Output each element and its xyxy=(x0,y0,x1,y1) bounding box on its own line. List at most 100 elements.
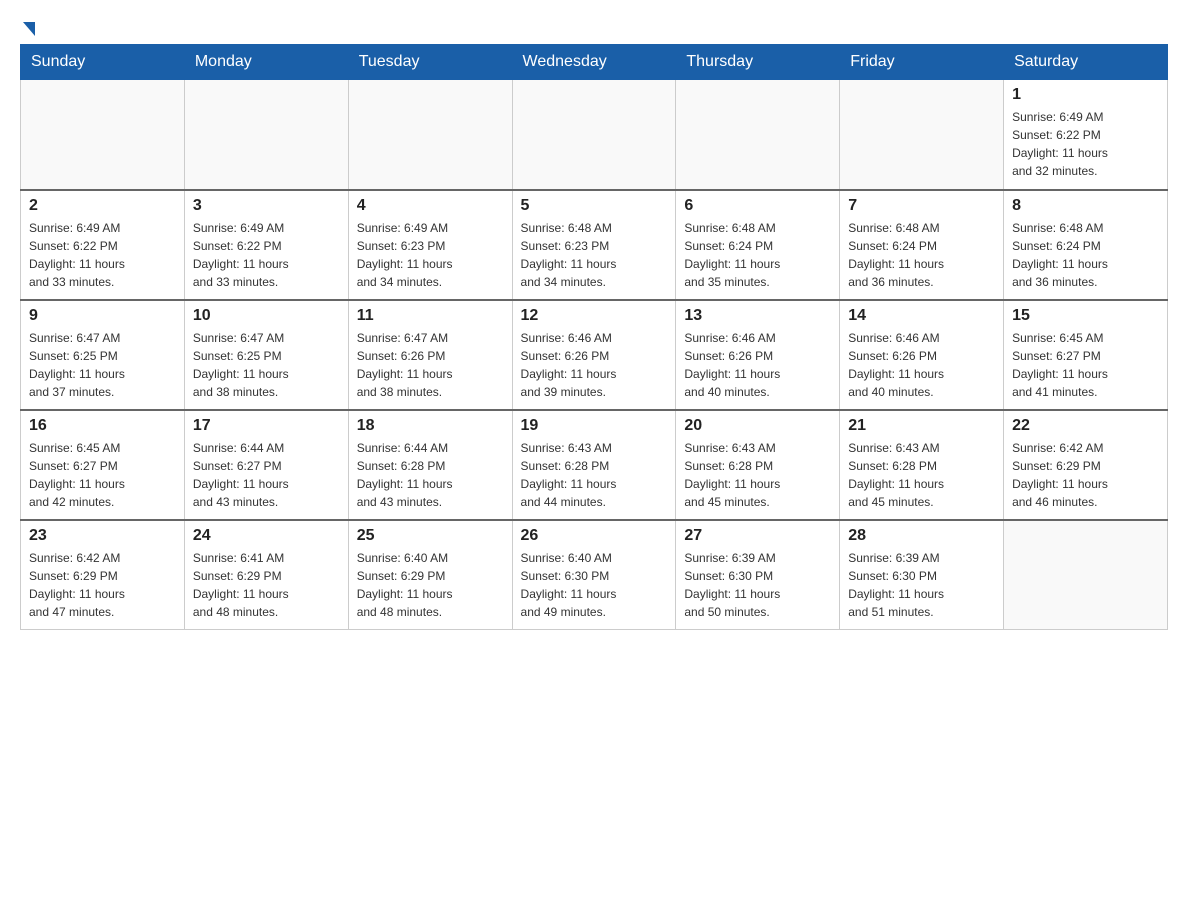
day-number: 17 xyxy=(193,417,340,435)
day-info: Sunrise: 6:48 AM Sunset: 6:24 PM Dayligh… xyxy=(684,219,831,291)
weekday-header-tuesday: Tuesday xyxy=(348,45,512,80)
calendar-cell: 26 Sunrise: 6:40 AM Sunset: 6:30 PM Dayli… xyxy=(512,520,676,630)
calendar-cell: 1 Sunrise: 6:49 AM Sunset: 6:22 PM Daylig… xyxy=(1004,80,1168,190)
calendar-cell: 14 Sunrise: 6:46 AM Sunset: 6:26 PM Dayli… xyxy=(840,300,1004,410)
day-info: Sunrise: 6:49 AM Sunset: 6:22 PM Dayligh… xyxy=(193,219,340,291)
calendar-cell: 19 Sunrise: 6:43 AM Sunset: 6:28 PM Dayli… xyxy=(512,410,676,520)
day-number: 10 xyxy=(193,307,340,325)
day-number: 13 xyxy=(684,307,831,325)
day-number: 19 xyxy=(521,417,668,435)
calendar-cell xyxy=(676,80,840,190)
weekday-header-monday: Monday xyxy=(184,45,348,80)
day-number: 9 xyxy=(29,307,176,325)
day-number: 16 xyxy=(29,417,176,435)
calendar-cell: 17 Sunrise: 6:44 AM Sunset: 6:27 PM Dayli… xyxy=(184,410,348,520)
day-number: 26 xyxy=(521,527,668,545)
day-info: Sunrise: 6:46 AM Sunset: 6:26 PM Dayligh… xyxy=(684,329,831,401)
day-number: 4 xyxy=(357,197,504,215)
calendar-cell: 2 Sunrise: 6:49 AM Sunset: 6:22 PM Daylig… xyxy=(21,190,185,300)
calendar-week-row: 23 Sunrise: 6:42 AM Sunset: 6:29 PM Dayli… xyxy=(21,520,1168,630)
day-info: Sunrise: 6:46 AM Sunset: 6:26 PM Dayligh… xyxy=(521,329,668,401)
day-info: Sunrise: 6:43 AM Sunset: 6:28 PM Dayligh… xyxy=(684,439,831,511)
day-number: 25 xyxy=(357,527,504,545)
calendar-cell xyxy=(348,80,512,190)
day-number: 2 xyxy=(29,197,176,215)
calendar-cell: 18 Sunrise: 6:44 AM Sunset: 6:28 PM Dayli… xyxy=(348,410,512,520)
calendar-cell: 7 Sunrise: 6:48 AM Sunset: 6:24 PM Daylig… xyxy=(840,190,1004,300)
calendar-cell: 22 Sunrise: 6:42 AM Sunset: 6:29 PM Dayli… xyxy=(1004,410,1168,520)
day-number: 22 xyxy=(1012,417,1159,435)
weekday-header-sunday: Sunday xyxy=(21,45,185,80)
calendar-cell: 20 Sunrise: 6:43 AM Sunset: 6:28 PM Dayli… xyxy=(676,410,840,520)
logo-arrow-icon xyxy=(23,22,35,36)
calendar-cell: 23 Sunrise: 6:42 AM Sunset: 6:29 PM Dayli… xyxy=(21,520,185,630)
calendar-cell: 24 Sunrise: 6:41 AM Sunset: 6:29 PM Dayli… xyxy=(184,520,348,630)
day-info: Sunrise: 6:46 AM Sunset: 6:26 PM Dayligh… xyxy=(848,329,995,401)
day-info: Sunrise: 6:44 AM Sunset: 6:27 PM Dayligh… xyxy=(193,439,340,511)
calendar-cell xyxy=(1004,520,1168,630)
day-info: Sunrise: 6:43 AM Sunset: 6:28 PM Dayligh… xyxy=(848,439,995,511)
day-info: Sunrise: 6:48 AM Sunset: 6:23 PM Dayligh… xyxy=(521,219,668,291)
calendar-cell: 12Sunrise: 6:46 AM Sunset: 6:26 PM Dayli… xyxy=(512,300,676,410)
calendar-cell: 5 Sunrise: 6:48 AM Sunset: 6:23 PM Daylig… xyxy=(512,190,676,300)
calendar-cell: 10 Sunrise: 6:47 AM Sunset: 6:25 PM Dayli… xyxy=(184,300,348,410)
day-info: Sunrise: 6:43 AM Sunset: 6:28 PM Dayligh… xyxy=(521,439,668,511)
calendar-table: SundayMondayTuesdayWednesdayThursdayFrid… xyxy=(20,44,1168,630)
calendar-cell xyxy=(512,80,676,190)
day-info: Sunrise: 6:40 AM Sunset: 6:30 PM Dayligh… xyxy=(521,549,668,621)
page-header xyxy=(20,20,1168,34)
day-info: Sunrise: 6:49 AM Sunset: 6:23 PM Dayligh… xyxy=(357,219,504,291)
day-info: Sunrise: 6:44 AM Sunset: 6:28 PM Dayligh… xyxy=(357,439,504,511)
day-number: 5 xyxy=(521,197,668,215)
calendar-week-row: 16 Sunrise: 6:45 AM Sunset: 6:27 PM Dayli… xyxy=(21,410,1168,520)
day-info: Sunrise: 6:47 AM Sunset: 6:25 PM Dayligh… xyxy=(29,329,176,401)
calendar-cell: 25 Sunrise: 6:40 AM Sunset: 6:29 PM Dayli… xyxy=(348,520,512,630)
day-info: Sunrise: 6:45 AM Sunset: 6:27 PM Dayligh… xyxy=(1012,329,1159,401)
calendar-cell: 9 Sunrise: 6:47 AM Sunset: 6:25 PM Daylig… xyxy=(21,300,185,410)
calendar-cell: 16 Sunrise: 6:45 AM Sunset: 6:27 PM Dayli… xyxy=(21,410,185,520)
logo xyxy=(20,20,35,34)
calendar-cell: 27Sunrise: 6:39 AM Sunset: 6:30 PM Dayli… xyxy=(676,520,840,630)
calendar-cell: 15 Sunrise: 6:45 AM Sunset: 6:27 PM Dayli… xyxy=(1004,300,1168,410)
day-number: 1 xyxy=(1012,86,1159,104)
day-number: 23 xyxy=(29,527,176,545)
calendar-cell: 21 Sunrise: 6:43 AM Sunset: 6:28 PM Dayli… xyxy=(840,410,1004,520)
day-number: 6 xyxy=(684,197,831,215)
calendar-cell: 6 Sunrise: 6:48 AM Sunset: 6:24 PM Daylig… xyxy=(676,190,840,300)
weekday-header-thursday: Thursday xyxy=(676,45,840,80)
day-info: Sunrise: 6:48 AM Sunset: 6:24 PM Dayligh… xyxy=(1012,219,1159,291)
calendar-cell xyxy=(21,80,185,190)
calendar-week-row: 2 Sunrise: 6:49 AM Sunset: 6:22 PM Daylig… xyxy=(21,190,1168,300)
calendar-cell: 3Sunrise: 6:49 AM Sunset: 6:22 PM Daylig… xyxy=(184,190,348,300)
day-info: Sunrise: 6:41 AM Sunset: 6:29 PM Dayligh… xyxy=(193,549,340,621)
day-info: Sunrise: 6:49 AM Sunset: 6:22 PM Dayligh… xyxy=(29,219,176,291)
calendar-cell: 13 Sunrise: 6:46 AM Sunset: 6:26 PM Dayli… xyxy=(676,300,840,410)
calendar-week-row: 9 Sunrise: 6:47 AM Sunset: 6:25 PM Daylig… xyxy=(21,300,1168,410)
calendar-cell xyxy=(840,80,1004,190)
day-number: 7 xyxy=(848,197,995,215)
day-info: Sunrise: 6:42 AM Sunset: 6:29 PM Dayligh… xyxy=(29,549,176,621)
day-number: 18 xyxy=(357,417,504,435)
day-info: Sunrise: 6:40 AM Sunset: 6:29 PM Dayligh… xyxy=(357,549,504,621)
day-info: Sunrise: 6:49 AM Sunset: 6:22 PM Dayligh… xyxy=(1012,108,1159,180)
calendar-cell: 8 Sunrise: 6:48 AM Sunset: 6:24 PM Daylig… xyxy=(1004,190,1168,300)
day-number: 14 xyxy=(848,307,995,325)
day-number: 15 xyxy=(1012,307,1159,325)
weekday-header-friday: Friday xyxy=(840,45,1004,80)
day-info: Sunrise: 6:47 AM Sunset: 6:26 PM Dayligh… xyxy=(357,329,504,401)
day-number: 28 xyxy=(848,527,995,545)
day-info: Sunrise: 6:39 AM Sunset: 6:30 PM Dayligh… xyxy=(848,549,995,621)
day-info: Sunrise: 6:45 AM Sunset: 6:27 PM Dayligh… xyxy=(29,439,176,511)
day-info: Sunrise: 6:48 AM Sunset: 6:24 PM Dayligh… xyxy=(848,219,995,291)
calendar-cell: 28 Sunrise: 6:39 AM Sunset: 6:30 PM Dayli… xyxy=(840,520,1004,630)
day-number: 20 xyxy=(684,417,831,435)
calendar-cell xyxy=(184,80,348,190)
day-info: Sunrise: 6:47 AM Sunset: 6:25 PM Dayligh… xyxy=(193,329,340,401)
day-number: 21 xyxy=(848,417,995,435)
day-info: Sunrise: 6:42 AM Sunset: 6:29 PM Dayligh… xyxy=(1012,439,1159,511)
day-info: Sunrise: 6:39 AM Sunset: 6:30 PM Dayligh… xyxy=(684,549,831,621)
calendar-cell: 4 Sunrise: 6:49 AM Sunset: 6:23 PM Daylig… xyxy=(348,190,512,300)
calendar-header-row: SundayMondayTuesdayWednesdayThursdayFrid… xyxy=(21,45,1168,80)
day-number: 8 xyxy=(1012,197,1159,215)
day-number: 24 xyxy=(193,527,340,545)
